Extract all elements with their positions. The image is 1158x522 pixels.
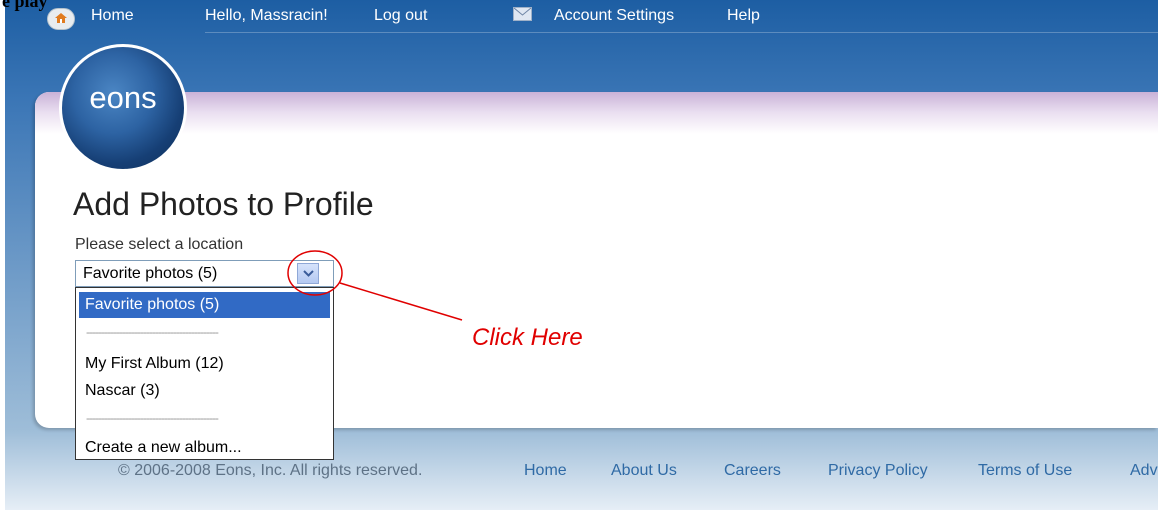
click-here-annotation: Click Here (472, 324, 583, 351)
click-here-annotation-graphic (287, 250, 463, 321)
